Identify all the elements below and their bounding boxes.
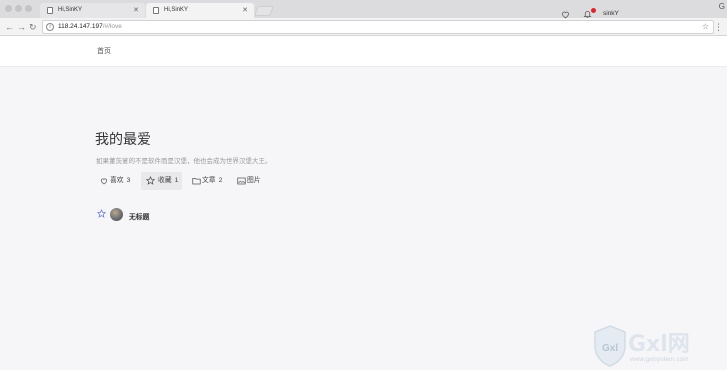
tab-images[interactable]: 图片 <box>235 172 271 190</box>
window-minimize-dot[interactable] <box>15 5 22 12</box>
back-arrow-icon[interactable]: ← <box>5 20 14 34</box>
address-bar[interactable]: i 118.24.147.197/#/love ☆ <box>42 20 714 34</box>
close-icon[interactable]: ✕ <box>133 3 139 18</box>
tab-label: 收藏 <box>158 177 172 184</box>
username-link[interactable]: sinkY <box>603 10 619 17</box>
item-title[interactable]: 无标题 <box>129 211 149 221</box>
tab-label: 文章 <box>202 177 216 184</box>
tab-count: 3 <box>126 177 131 184</box>
site-header: 首页 <box>0 36 727 67</box>
tab-count: 1 <box>174 177 179 184</box>
shield-logo-icon: Gxl <box>594 325 626 367</box>
profile-glyph: G <box>718 2 725 11</box>
tab-likes[interactable]: 喜欢 3 <box>98 172 138 190</box>
document-icon <box>153 7 159 14</box>
forward-arrow-icon[interactable]: → <box>17 20 26 34</box>
star-icon[interactable] <box>97 209 106 218</box>
info-icon[interactable]: i <box>46 23 54 31</box>
heart-icon <box>100 178 108 185</box>
nav-home-link[interactable]: 首页 <box>97 46 111 56</box>
browser-toolbar: ← → ↻ i 118.24.147.197/#/love ☆ ⋮ <box>0 18 727 36</box>
tab-count: 2 <box>218 177 223 184</box>
watermark: Gxl Gxl网 www.gxlsystem.com <box>590 322 727 370</box>
reload-icon[interactable]: ↻ <box>29 20 37 34</box>
browser-tab-1[interactable]: Hi,SinKY ✕ <box>40 3 145 18</box>
tab-title: Hi,SinKY <box>164 7 189 13</box>
tab-favorites[interactable]: 收藏 1 <box>141 172 182 190</box>
window-zoom-dot[interactable] <box>25 5 32 12</box>
heart-icon[interactable] <box>561 10 570 19</box>
browser-tab-2[interactable]: Hi,SinKY ✕ <box>146 3 254 18</box>
watermark-domain: www.gxlsystem.com <box>630 356 689 363</box>
page-title: 我的最爱 <box>95 131 151 147</box>
notification-dot <box>591 8 596 13</box>
url-text[interactable]: 118.24.147.197/#/love <box>58 21 122 33</box>
tab-title: Hi,SinKY <box>58 7 83 13</box>
image-icon <box>237 177 246 185</box>
tab-label: 喜欢 <box>110 177 124 184</box>
document-icon <box>47 7 53 14</box>
svg-text:Gxl: Gxl <box>602 343 618 354</box>
bookmark-star-icon[interactable]: ☆ <box>702 21 709 33</box>
tab-articles[interactable]: 文章 2 <box>190 172 230 190</box>
star-icon <box>146 176 155 185</box>
avatar[interactable] <box>110 208 123 221</box>
new-tab-button[interactable] <box>254 6 274 16</box>
watermark-brand: Gxl网 <box>628 332 690 357</box>
window-close-dot[interactable] <box>5 5 12 12</box>
tab-label: 图片 <box>247 177 261 184</box>
page-subtitle: 如果董茨宴的不是软件而是汉堡，他也会成为世界汉堡大王。 <box>96 158 272 165</box>
close-icon[interactable]: ✕ <box>242 3 248 18</box>
browser-menu-icon[interactable]: ⋮ <box>714 20 723 34</box>
folder-icon <box>192 178 201 185</box>
